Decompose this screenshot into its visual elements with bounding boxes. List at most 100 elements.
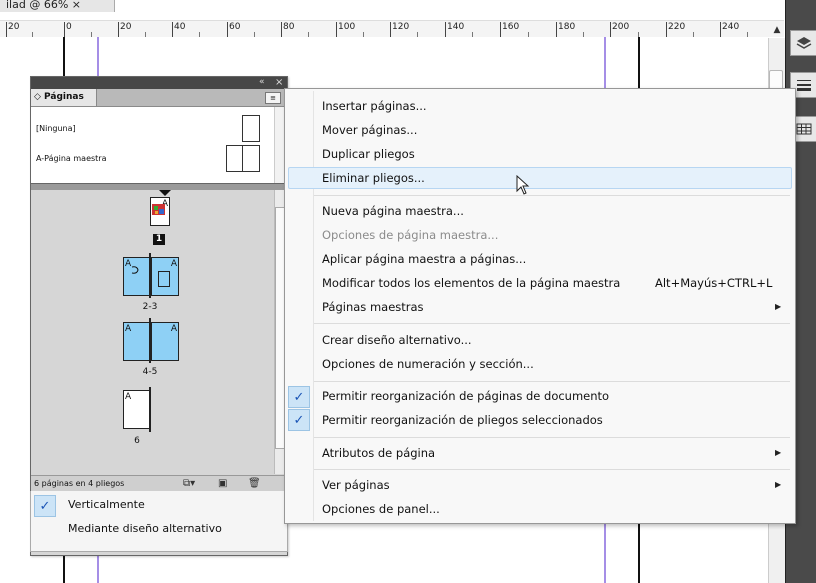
menu-item-atributos-pagina[interactable]: Atributos de página [322, 446, 435, 460]
checkmark-icon: ✓ [288, 386, 310, 408]
menu-separator [314, 469, 790, 470]
new-page-icon[interactable]: ▣ [218, 478, 227, 489]
page-master-prefix: A [170, 259, 177, 269]
ruler-label: 160 [502, 22, 520, 32]
ruler-label: 20 [120, 22, 132, 32]
ruler-tick [227, 22, 228, 37]
panel-menu-button[interactable]: ≡ [265, 92, 281, 104]
menu-item-opciones-numeracion[interactable]: Opciones de numeración y sección... [322, 357, 534, 371]
master-none-thumbnail[interactable] [242, 115, 260, 142]
collapse-icon[interactable]: « [259, 77, 265, 88]
view-pages-submenu[interactable]: ✓ Verticalmente Mediante diseño alternat… [30, 491, 288, 552]
page-4-thumbnail[interactable]: A [123, 322, 151, 361]
page-2-thumbnail[interactable]: A [123, 257, 151, 296]
page-3-thumbnail[interactable]: A [151, 257, 179, 296]
menu-separator [314, 195, 790, 196]
pages-panel[interactable]: « × ◇ Páginas ≡ [Ninguna] A-Página maest… [30, 76, 288, 556]
master-a[interactable]: A-Página maestra [36, 154, 106, 163]
spread-label: 4-5 [142, 367, 158, 377]
page-label: 6 [134, 436, 140, 446]
menu-item-verticalmente[interactable]: Verticalmente [68, 498, 145, 511]
linked-content-icon [131, 266, 139, 274]
spread-spine [149, 387, 151, 432]
menu-separator [314, 437, 790, 438]
menu-item-diseno-alternativo[interactable]: Mediante diseño alternativo [68, 522, 222, 535]
menu-item-insertar-paginas[interactable]: Insertar páginas... [322, 99, 427, 113]
ruler-tick [720, 22, 721, 37]
ruler-tick [172, 22, 173, 37]
menu-shortcut: Alt+Mayús+CTRL+L [655, 276, 773, 290]
menu-item-paginas-maestras[interactable]: Páginas maestras [322, 300, 424, 314]
submenu-arrow-icon: ▶ [775, 480, 782, 489]
spread-label: 2-3 [142, 302, 158, 312]
page-number-badge: 1 [153, 234, 165, 245]
close-icon[interactable]: × [275, 77, 283, 88]
ruler-tick [666, 22, 667, 37]
ruler-tick [6, 22, 7, 37]
ruler-tick [500, 22, 501, 37]
menu-separator [314, 381, 790, 382]
menu-item-aplicar-pagina-maestra[interactable]: Aplicar página maestra a páginas... [322, 252, 526, 266]
ruler-label: 120 [392, 22, 410, 32]
tab-paginas[interactable]: ◇ Páginas [31, 89, 97, 106]
pages-section[interactable]: A 1 A A 2-3 A A 4-5 A 6 [31, 190, 274, 474]
menu-item-ver-paginas[interactable]: Ver páginas [322, 478, 390, 492]
ruler-label: 20 [8, 22, 20, 32]
page-master-prefix: A [170, 324, 177, 334]
menu-gutter [313, 91, 314, 521]
document-tab[interactable]: ilad @ 66% × [0, 0, 115, 12]
ruler-tick [336, 22, 337, 37]
page-content-image [152, 204, 165, 215]
spread-spine [149, 318, 151, 363]
ruler-label: 80 [283, 22, 295, 32]
ruler-label: 0 [66, 22, 72, 32]
page-5-thumbnail[interactable]: A [151, 322, 179, 361]
page-master-prefix: A [125, 324, 132, 334]
page-count: 6 páginas en 4 pliegos [34, 479, 125, 488]
menu-item-mover-paginas[interactable]: Mover páginas... [322, 123, 417, 137]
menu-item-crear-diseno-alternativo[interactable]: Crear diseño alternativo... [322, 333, 472, 347]
ruler-tick [610, 22, 611, 37]
menu-item-modificar-elementos-maestra[interactable]: Modificar todos los elementos de la pági… [322, 276, 620, 290]
pages-panel-menu[interactable]: Insertar páginas... Mover páginas... Dup… [284, 88, 796, 524]
master-none[interactable]: [Ninguna] [36, 124, 76, 133]
panel-tabbar: ◇ Páginas ≡ [31, 89, 287, 107]
page-1-thumbnail[interactable]: A [150, 197, 170, 226]
ruler-tick [281, 22, 282, 37]
menu-item-eliminar-pliegos[interactable]: Eliminar pliegos... [322, 171, 425, 185]
scroll-up-arrow-icon[interactable]: ▲ [770, 22, 784, 38]
menu-item-nueva-pagina-maestra[interactable]: Nueva página maestra... [322, 204, 464, 218]
menu-item-duplicar-pliegos[interactable]: Duplicar pliegos [322, 147, 415, 161]
ruler-label: 180 [558, 22, 576, 32]
layers-icon[interactable] [790, 30, 816, 56]
checkmark-icon: ✓ [34, 495, 56, 517]
spread-spine [149, 253, 151, 298]
ruler-label: 100 [338, 22, 356, 32]
ruler-tick [390, 22, 391, 37]
horizontal-ruler[interactable]: 20 0 20 40 60 80 100 120 140 160 180 200… [0, 20, 784, 38]
trash-icon[interactable]: 🗑 [248, 478, 261, 489]
spine-marker-icon [159, 190, 171, 196]
text-frame [158, 271, 170, 287]
menu-item-reorganizacion-paginas[interactable]: Permitir reorganización de páginas de do… [322, 389, 609, 403]
ruler-label: 220 [668, 22, 686, 32]
mouse-cursor-icon [516, 175, 530, 195]
page-6-thumbnail[interactable]: A [123, 390, 151, 429]
masters-section[interactable]: [Ninguna] A-Página maestra [31, 107, 283, 183]
ruler-label: 40 [174, 22, 186, 32]
submenu-arrow-icon: ▶ [775, 302, 782, 311]
menu-separator [314, 323, 790, 324]
edit-page-size-icon[interactable]: ⧉▾ [183, 478, 195, 489]
master-a-right-thumbnail[interactable] [242, 145, 260, 172]
submenu-arrow-icon: ▶ [775, 448, 782, 457]
menu-item-opciones-panel[interactable]: Opciones de panel... [322, 502, 440, 516]
panel-titlebar[interactable]: « × [31, 77, 287, 89]
ruler-label: 60 [229, 22, 241, 32]
ruler-label: 200 [612, 22, 630, 32]
checkmark-icon: ✓ [288, 409, 310, 431]
ruler-label: 240 [722, 22, 740, 32]
menu-item-opciones-pagina-maestra: Opciones de página maestra... [322, 228, 499, 242]
ruler-label: 140 [447, 22, 465, 32]
ruler-tick [118, 22, 119, 37]
menu-item-reorganizacion-pliegos[interactable]: Permitir reorganización de pliegos selec… [322, 413, 603, 427]
